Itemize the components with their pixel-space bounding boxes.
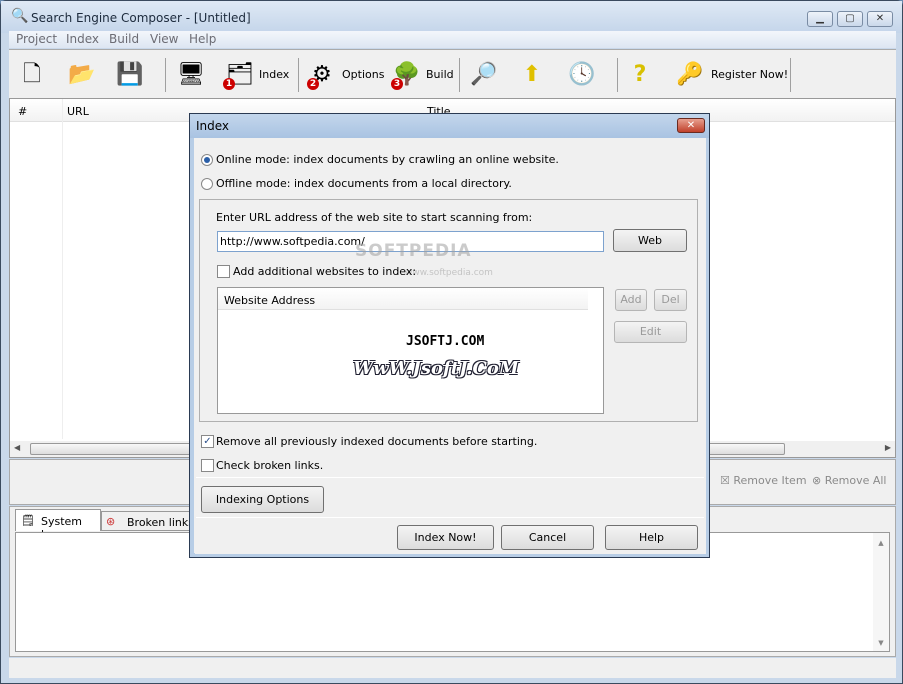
index-now-button[interactable]: Index Now! xyxy=(397,525,494,550)
menu-project[interactable]: Project xyxy=(16,32,57,46)
remove-previous-label: Remove all previously indexed documents … xyxy=(216,435,538,448)
index-dialog: Index ✕ Online mode: index documents by … xyxy=(189,113,710,558)
schedule-icon[interactable]: 🕓 xyxy=(567,60,597,90)
web-button[interactable]: Web xyxy=(613,229,687,252)
add-websites-checkbox[interactable] xyxy=(217,265,230,278)
build-button[interactable]: Build xyxy=(426,68,454,81)
softpedia-watermark: SOFTPEDIA xyxy=(355,241,472,261)
remove-previous-checkbox[interactable]: ✓ xyxy=(201,435,214,448)
separator xyxy=(196,517,704,518)
badge-1: 1 xyxy=(223,78,235,90)
toolbar-separator xyxy=(790,58,791,92)
title-bar: 🔍 Search Engine Composer - [Untitled] ▁ … xyxy=(1,1,902,33)
indexing-options-button[interactable]: Indexing Options xyxy=(201,486,324,513)
remove-all-label: Remove All xyxy=(824,474,887,487)
menu-bar: Project Index Build View Help xyxy=(9,31,896,48)
toolbar-separator xyxy=(617,58,618,92)
dialog-title: Index xyxy=(196,119,230,133)
url-group: Enter URL address of the web site to sta… xyxy=(199,199,698,422)
remove-all-button[interactable]: ⊗ Remove All xyxy=(812,474,887,487)
badge-3: 3 xyxy=(391,78,403,90)
column-url[interactable]: URL xyxy=(67,105,89,118)
toolbar-separator xyxy=(298,58,299,92)
menu-build[interactable]: Build xyxy=(109,32,139,46)
softpedia-url-watermark: www.softpedia.com xyxy=(405,268,493,278)
window-title: Search Engine Composer - [Untitled] xyxy=(31,11,251,25)
column-website-address[interactable]: Website Address xyxy=(224,294,315,307)
column-number[interactable]: # xyxy=(18,105,27,118)
upload-sign-icon[interactable]: ⬆ xyxy=(517,60,547,90)
online-mode-label: Online mode: index documents by crawling… xyxy=(216,153,559,166)
online-mode-radio[interactable] xyxy=(201,154,213,166)
edit-button[interactable]: Edit xyxy=(614,321,687,343)
save-icon[interactable]: 💾 xyxy=(115,60,145,90)
add-websites-label: Add additional websites to index: xyxy=(233,265,417,278)
toolbar-separator xyxy=(165,58,166,92)
websites-list[interactable]: Website Address JSOFTJ.COM WwW.JsoftJ.Co… xyxy=(217,287,604,414)
minimize-button[interactable]: ▁ xyxy=(807,11,833,27)
help-icon[interactable]: ? xyxy=(625,60,655,90)
remove-item-label: Remove Item xyxy=(733,474,807,487)
dialog-close-button[interactable]: ✕ xyxy=(677,118,705,133)
check-broken-links-checkbox[interactable] xyxy=(201,459,214,472)
vertical-scrollbar[interactable]: ▲ ▼ xyxy=(873,533,889,651)
offline-mode-radio[interactable] xyxy=(201,178,213,190)
del-button[interactable]: Del xyxy=(654,289,687,311)
index-button[interactable]: Index xyxy=(259,68,289,81)
close-button[interactable]: ✕ xyxy=(867,11,893,27)
cancel-button[interactable]: Cancel xyxy=(501,525,594,550)
maximize-button[interactable]: ▢ xyxy=(837,11,863,27)
keys-icon[interactable]: 🔑 xyxy=(675,60,705,90)
wizard-icon[interactable]: 🖥 xyxy=(176,60,206,90)
jsoftj-watermark: JSOFTJ.COM xyxy=(406,334,485,349)
search-icon[interactable]: 🔎 xyxy=(469,60,499,90)
toolbar: 🗋 📂 💾 🖥 🗂 1 Index ⚙ 2 Options 🌳 3 Build … xyxy=(9,49,896,98)
separator xyxy=(196,477,704,478)
app-icon: 🔍 xyxy=(11,8,29,24)
menu-help[interactable]: Help xyxy=(189,32,216,46)
dialog-title-bar: Index ✕ xyxy=(190,114,709,138)
dialog-body: Online mode: index documents by crawling… xyxy=(195,138,706,554)
open-folder-icon[interactable]: 📂 xyxy=(67,60,97,90)
toolbar-separator xyxy=(459,58,460,92)
url-label: Enter URL address of the web site to sta… xyxy=(216,211,533,224)
menu-view[interactable]: View xyxy=(150,32,178,46)
offline-mode-label: Offline mode: index documents from a loc… xyxy=(216,177,512,190)
status-bar xyxy=(9,658,896,678)
tab-broken-links[interactable]: ⊛Broken links r xyxy=(101,511,201,542)
check-broken-links-label: Check broken links. xyxy=(216,459,324,472)
jsoftj-url-watermark: WwW.JsoftJ.CoM xyxy=(353,358,519,379)
remove-item-button[interactable]: ☒ Remove Item xyxy=(720,474,807,487)
websites-list-header: Website Address xyxy=(218,288,588,310)
help-button[interactable]: Help xyxy=(605,525,698,550)
add-button[interactable]: Add xyxy=(615,289,647,311)
options-button[interactable]: Options xyxy=(342,68,384,81)
badge-2: 2 xyxy=(307,78,319,90)
tab-system-log[interactable]: 🗒System log xyxy=(15,509,101,541)
register-button[interactable]: Register Now! xyxy=(711,68,788,81)
menu-index[interactable]: Index xyxy=(66,32,99,46)
new-file-icon[interactable]: 🗋 xyxy=(17,60,47,90)
